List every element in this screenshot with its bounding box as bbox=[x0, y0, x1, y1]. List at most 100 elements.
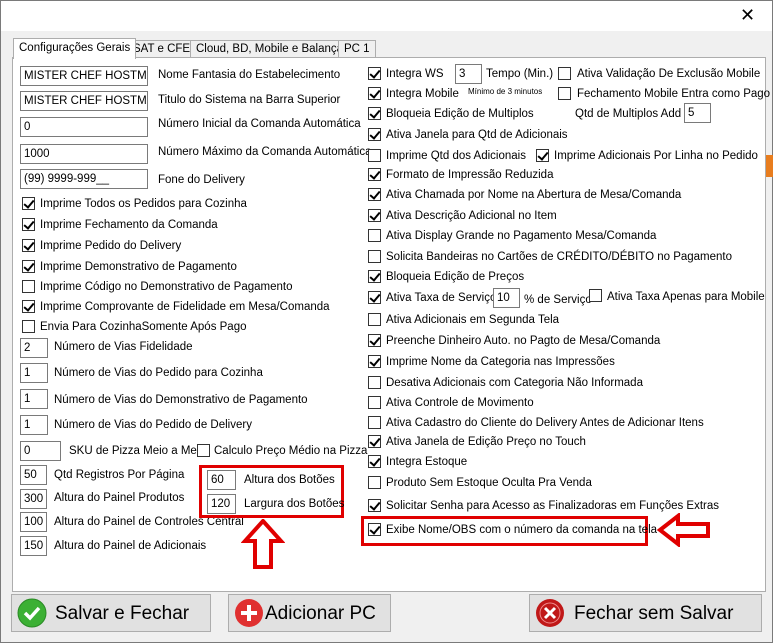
largura-botoes-input[interactable]: 120 bbox=[207, 494, 236, 514]
exibe-nome-obs-checkbox[interactable] bbox=[368, 523, 381, 536]
ativa-validacao-label: Ativa Validação De Exclusão Mobile bbox=[577, 68, 761, 80]
altura-painel-produtos-label: Altura do Painel Produtos bbox=[54, 492, 185, 504]
tab-cloud-bd-mobile[interactable]: Cloud, BD, Mobile e Balança bbox=[190, 40, 350, 58]
solicita-bandeiras-checkbox[interactable] bbox=[368, 250, 381, 263]
sku-pizza-label: SKU de Pizza Meio a Meio bbox=[69, 445, 206, 457]
taxa-servico-input[interactable]: 10 bbox=[493, 288, 520, 308]
altura-painel-produtos-input[interactable]: 300 bbox=[20, 489, 47, 509]
x-circle-icon bbox=[536, 599, 564, 627]
tab-pc1[interactable]: PC 1 bbox=[338, 40, 376, 58]
imprime-por-linha-checkbox[interactable] bbox=[536, 149, 549, 162]
fechar-sem-salvar-button[interactable]: Fechar sem Salvar bbox=[529, 594, 762, 632]
adicionar-pc-button[interactable]: Adicionar PC bbox=[228, 594, 391, 632]
qtd-registros-label: Qtd Registros Por Página bbox=[54, 469, 185, 481]
altura-botoes-input[interactable]: 60 bbox=[207, 470, 236, 490]
imprime-todos-label: Imprime Todos os Pedidos para Cozinha bbox=[40, 198, 247, 210]
nome-fantasia-input[interactable]: MISTER CHEF HOSTMU bbox=[20, 66, 148, 86]
numero-maximo-label: Número Máximo da Comanda Automática bbox=[158, 146, 372, 158]
nome-fantasia-label: Nome Fantasia do Estabelecimento bbox=[158, 69, 341, 81]
adicionais-segunda-tela-checkbox[interactable] bbox=[368, 313, 381, 326]
integra-estoque-label: Integra Estoque bbox=[386, 456, 468, 468]
vias-fidelidade-label: Número de Vias Fidelidade bbox=[54, 341, 193, 353]
descricao-adicional-checkbox[interactable] bbox=[368, 209, 381, 222]
cadastro-cliente-checkbox[interactable] bbox=[368, 416, 381, 429]
bloqueia-multiplos-label: Bloqueia Edição de Multiplos bbox=[386, 108, 534, 120]
taxa-servico-checkbox[interactable] bbox=[368, 291, 381, 304]
solicitar-senha-checkbox[interactable] bbox=[368, 499, 381, 512]
altura-painel-controles-input[interactable]: 100 bbox=[20, 512, 47, 532]
imprime-comprovante-checkbox[interactable] bbox=[22, 300, 35, 313]
adicionar-pc-label: Adicionar PC bbox=[265, 603, 376, 624]
bloqueia-multiplos-checkbox[interactable] bbox=[368, 107, 381, 120]
salvar-fechar-label: Salvar e Fechar bbox=[55, 603, 190, 624]
controle-movimento-label: Ativa Controle de Movimento bbox=[386, 397, 534, 409]
sku-pizza-input[interactable]: 0 bbox=[20, 441, 61, 461]
integra-mobile-label: Integra Mobile bbox=[386, 88, 459, 100]
sem-estoque-checkbox[interactable] bbox=[368, 476, 381, 489]
integra-estoque-checkbox[interactable] bbox=[368, 455, 381, 468]
qtd-multiplos-input[interactable]: 5 bbox=[684, 103, 711, 123]
adicionais-segunda-tela-label: Ativa Adicionais em Segunda Tela bbox=[386, 314, 560, 326]
ativa-validacao-checkbox[interactable] bbox=[558, 67, 571, 80]
altura-painel-adicionais-label: Altura do Painel de Adicionais bbox=[54, 540, 207, 552]
qtd-multiplos-label: Qtd de Multiplos Add bbox=[575, 108, 682, 120]
vias-cozinha-label: Número de Vias do Pedido para Cozinha bbox=[54, 367, 263, 379]
solicita-bandeiras-label: Solicita Bandeiras no Cartões de CRÉDITO… bbox=[386, 251, 733, 263]
display-grande-checkbox[interactable] bbox=[368, 229, 381, 242]
numero-maximo-input[interactable]: 1000 bbox=[20, 144, 148, 164]
fone-delivery-input[interactable]: (99) 9999-999__ bbox=[20, 169, 148, 189]
solicitar-senha-label: Solicitar Senha para Acesso as Finalizad… bbox=[386, 500, 720, 512]
controle-movimento-checkbox[interactable] bbox=[368, 396, 381, 409]
imprime-todos-checkbox[interactable] bbox=[22, 197, 35, 210]
vias-fidelidade-input[interactable]: 2 bbox=[20, 338, 48, 358]
imprime-qtd-checkbox[interactable] bbox=[368, 149, 381, 162]
vias-delivery-input[interactable]: 1 bbox=[20, 415, 48, 435]
janela-adicionais-checkbox[interactable] bbox=[368, 128, 381, 141]
fechamento-mobile-checkbox[interactable] bbox=[558, 87, 571, 100]
envia-cozinha-checkbox[interactable] bbox=[22, 320, 35, 333]
tempo-input[interactable]: 3 bbox=[455, 64, 482, 84]
desativa-adicionais-label: Desativa Adicionais com Categoria Não In… bbox=[386, 377, 643, 389]
imprime-codigo-checkbox[interactable] bbox=[22, 280, 35, 293]
close-window-button[interactable]: ✕ bbox=[725, 1, 770, 31]
salvar-fechar-button[interactable]: Salvar e Fechar bbox=[11, 594, 211, 632]
largura-botoes-label: Largura dos Botões bbox=[244, 498, 345, 510]
vias-cozinha-input[interactable]: 1 bbox=[20, 363, 48, 383]
plus-circle-icon bbox=[235, 599, 263, 627]
imprime-fechamento-checkbox[interactable] bbox=[22, 218, 35, 231]
exibe-nome-obs-label: Exibe Nome/OBS com o número da comanda n… bbox=[386, 524, 658, 536]
imprime-pedido-delivery-checkbox[interactable] bbox=[22, 239, 35, 252]
taxa-apenas-mobile-checkbox[interactable] bbox=[589, 289, 602, 302]
integra-ws-checkbox[interactable] bbox=[368, 67, 381, 80]
numero-inicial-input[interactable]: 0 bbox=[20, 117, 148, 137]
bloqueia-precos-checkbox[interactable] bbox=[368, 270, 381, 283]
vias-delivery-label: Número de Vias do Pedido de Delivery bbox=[54, 419, 252, 431]
tab-sat-cfe[interactable]: SAT e CFE bbox=[127, 40, 197, 58]
calculo-preco-medio-checkbox[interactable] bbox=[197, 444, 210, 457]
titulo-sistema-input[interactable]: MISTER CHEF HOSTMU bbox=[20, 91, 148, 111]
fechamento-mobile-label: Fechamento Mobile Entra como Pago bbox=[577, 88, 771, 100]
imprime-demonstrativo-label: Imprime Demonstrativo de Pagamento bbox=[40, 261, 237, 273]
preenche-dinheiro-checkbox[interactable] bbox=[368, 334, 381, 347]
chamada-nome-checkbox[interactable] bbox=[368, 188, 381, 201]
taxa-servico-label: Ativa Taxa de Serviço bbox=[386, 292, 497, 304]
integra-mobile-checkbox[interactable] bbox=[368, 87, 381, 100]
descricao-adicional-label: Ativa Descrição Adicional no Item bbox=[386, 210, 557, 222]
edicao-preco-touch-checkbox[interactable] bbox=[368, 435, 381, 448]
left-arrow-icon bbox=[656, 513, 710, 547]
titulo-sistema-label: Titulo do Sistema na Barra Superior bbox=[158, 94, 341, 106]
nome-categoria-checkbox[interactable] bbox=[368, 355, 381, 368]
fone-delivery-label: Fone do Delivery bbox=[158, 174, 245, 186]
imprime-comprovante-label: Imprime Comprovante de Fidelidade em Mes… bbox=[40, 301, 330, 313]
vias-demonstrativo-label: Número de Vias do Demonstrativo de Pagam… bbox=[54, 394, 308, 406]
edicao-preco-touch-label: Ativa Janela de Edição Preço no Touch bbox=[386, 436, 586, 448]
desativa-adicionais-checkbox[interactable] bbox=[368, 376, 381, 389]
formato-reduzida-checkbox[interactable] bbox=[368, 168, 381, 181]
altura-painel-adicionais-input[interactable]: 150 bbox=[20, 536, 47, 556]
tab-configuracoes-gerais[interactable]: Configurações Gerais bbox=[13, 38, 137, 59]
vias-demonstrativo-input[interactable]: 1 bbox=[20, 389, 48, 409]
imprime-demonstrativo-checkbox[interactable] bbox=[22, 260, 35, 273]
qtd-registros-input[interactable]: 50 bbox=[20, 465, 47, 485]
chamada-nome-label: Ativa Chamada por Nome na Abertura de Me… bbox=[386, 189, 682, 201]
tempo-label: Tempo (Min.) bbox=[486, 68, 554, 80]
